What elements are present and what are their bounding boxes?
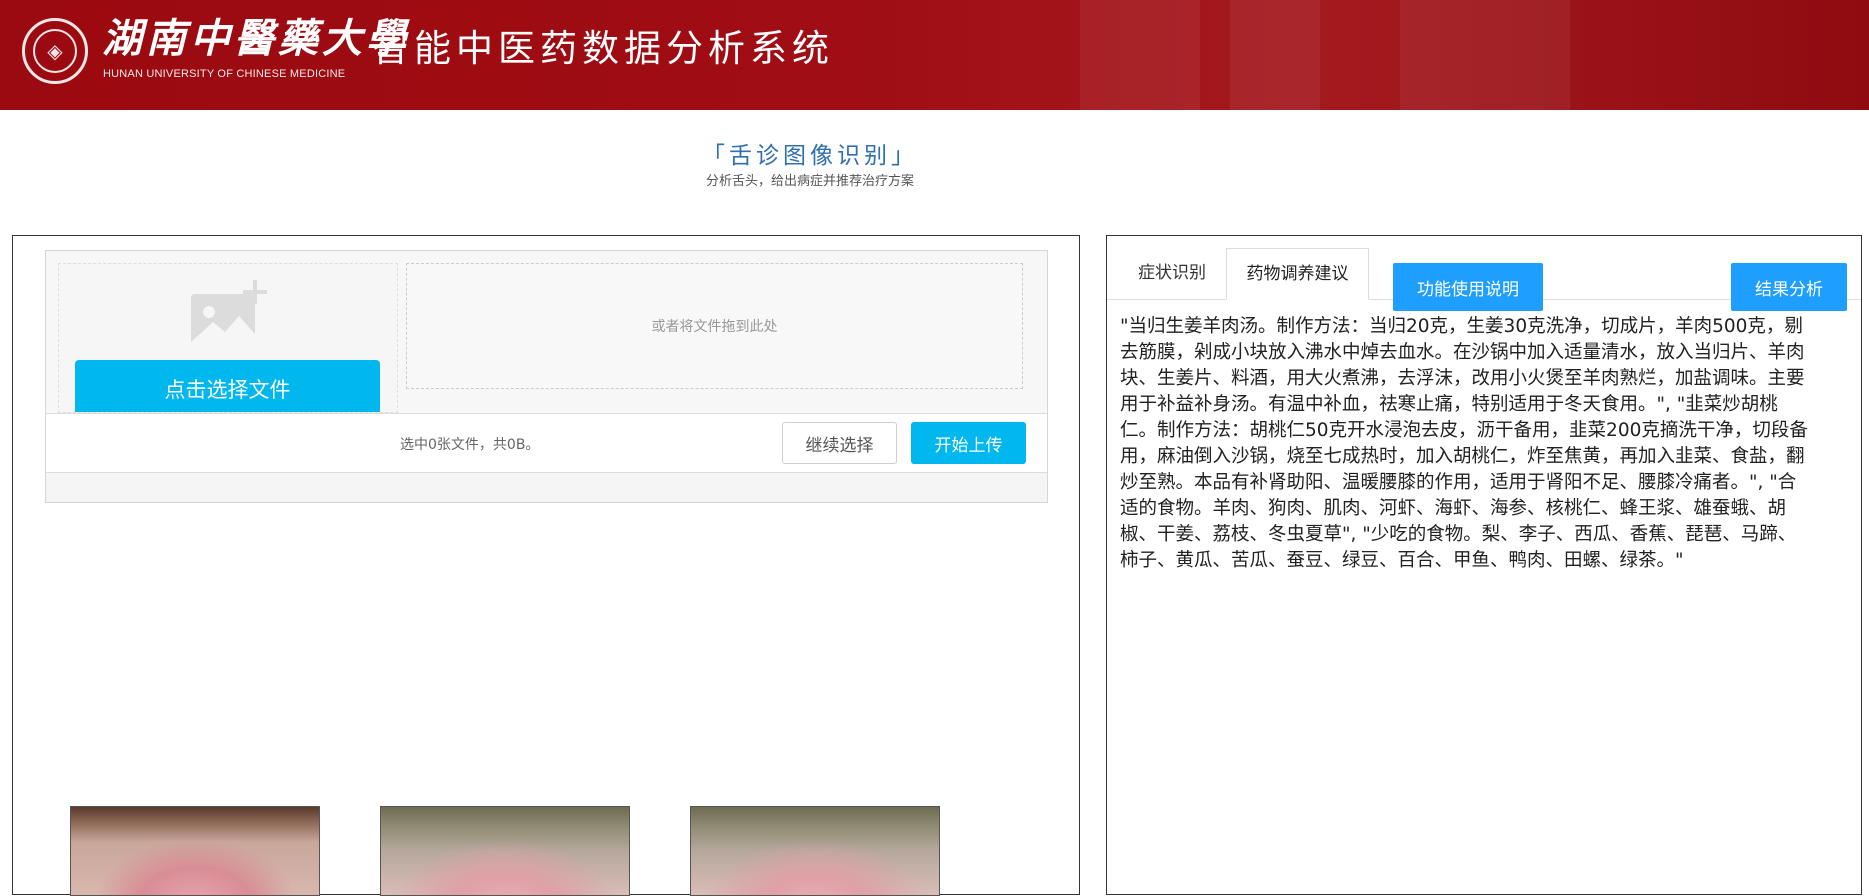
drop-zone[interactable]: 或者将文件拖到此处 — [406, 263, 1023, 389]
upload-panel: 点击选择文件 或者将文件拖到此处 选中0张文件，共0B。 继续选择 开始上传 — [12, 235, 1080, 896]
university-name-cn: 湖南中醫藥大學 — [102, 15, 410, 62]
page-title: 「舌诊图像识别」 — [702, 143, 918, 169]
header-building-decoration — [1400, 0, 1570, 110]
tab-symptom-recognition[interactable]: 症状识别 — [1117, 248, 1227, 300]
upload-status-bar: 选中0张文件，共0B。 继续选择 开始上传 — [46, 413, 1047, 473]
page-subtitle: 分析舌头，给出病症并推荐治疗方案 — [705, 174, 914, 189]
tab-medicine-advice[interactable]: 药物调养建议 — [1226, 248, 1369, 300]
select-file-button[interactable]: 点击选择文件 — [75, 360, 380, 412]
result-panel: 症状识别 药物调养建议 功能使用说明 结果分析 "当归生姜羊肉汤。制作方法：当归… — [1106, 235, 1862, 895]
header-building-decoration — [1230, 0, 1320, 110]
university-name-en: HUNAN UNIVERSITY OF CHINESE MEDICINE — [103, 68, 346, 80]
file-pick-area[interactable]: 点击选择文件 — [58, 263, 398, 413]
continue-select-button[interactable]: 继续选择 — [782, 422, 897, 464]
file-uploader: 点击选择文件 或者将文件拖到此处 选中0张文件，共0B。 继续选择 开始上传 — [45, 250, 1048, 503]
header-building-decoration — [1080, 0, 1200, 110]
header-banner: ◈ 湖南中醫藥大學 HUNAN UNIVERSITY OF CHINESE ME… — [0, 0, 1869, 110]
seal-emblem-icon: ◈ — [33, 29, 77, 73]
upload-progress-strip — [46, 473, 1047, 502]
result-analysis-button[interactable]: 结果分析 — [1731, 263, 1847, 311]
image-add-icon — [191, 280, 267, 348]
upload-status-text: 选中0张文件，共0B。 — [400, 437, 540, 453]
university-seal-logo: ◈ — [22, 18, 88, 84]
start-upload-button[interactable]: 开始上传 — [911, 422, 1026, 464]
drop-hint-text: 或者将文件拖到此处 — [651, 319, 778, 335]
system-title: 智能中医药数据分析系统 — [372, 27, 834, 70]
result-content: "当归生姜羊肉汤。制作方法：当归20克，生姜30克洗净，切成片，羊肉500克，剔… — [1120, 316, 1808, 571]
result-tabs: 症状识别 药物调养建议 功能使用说明 结果分析 — [1107, 248, 1861, 311]
help-button[interactable]: 功能使用说明 — [1393, 263, 1543, 311]
